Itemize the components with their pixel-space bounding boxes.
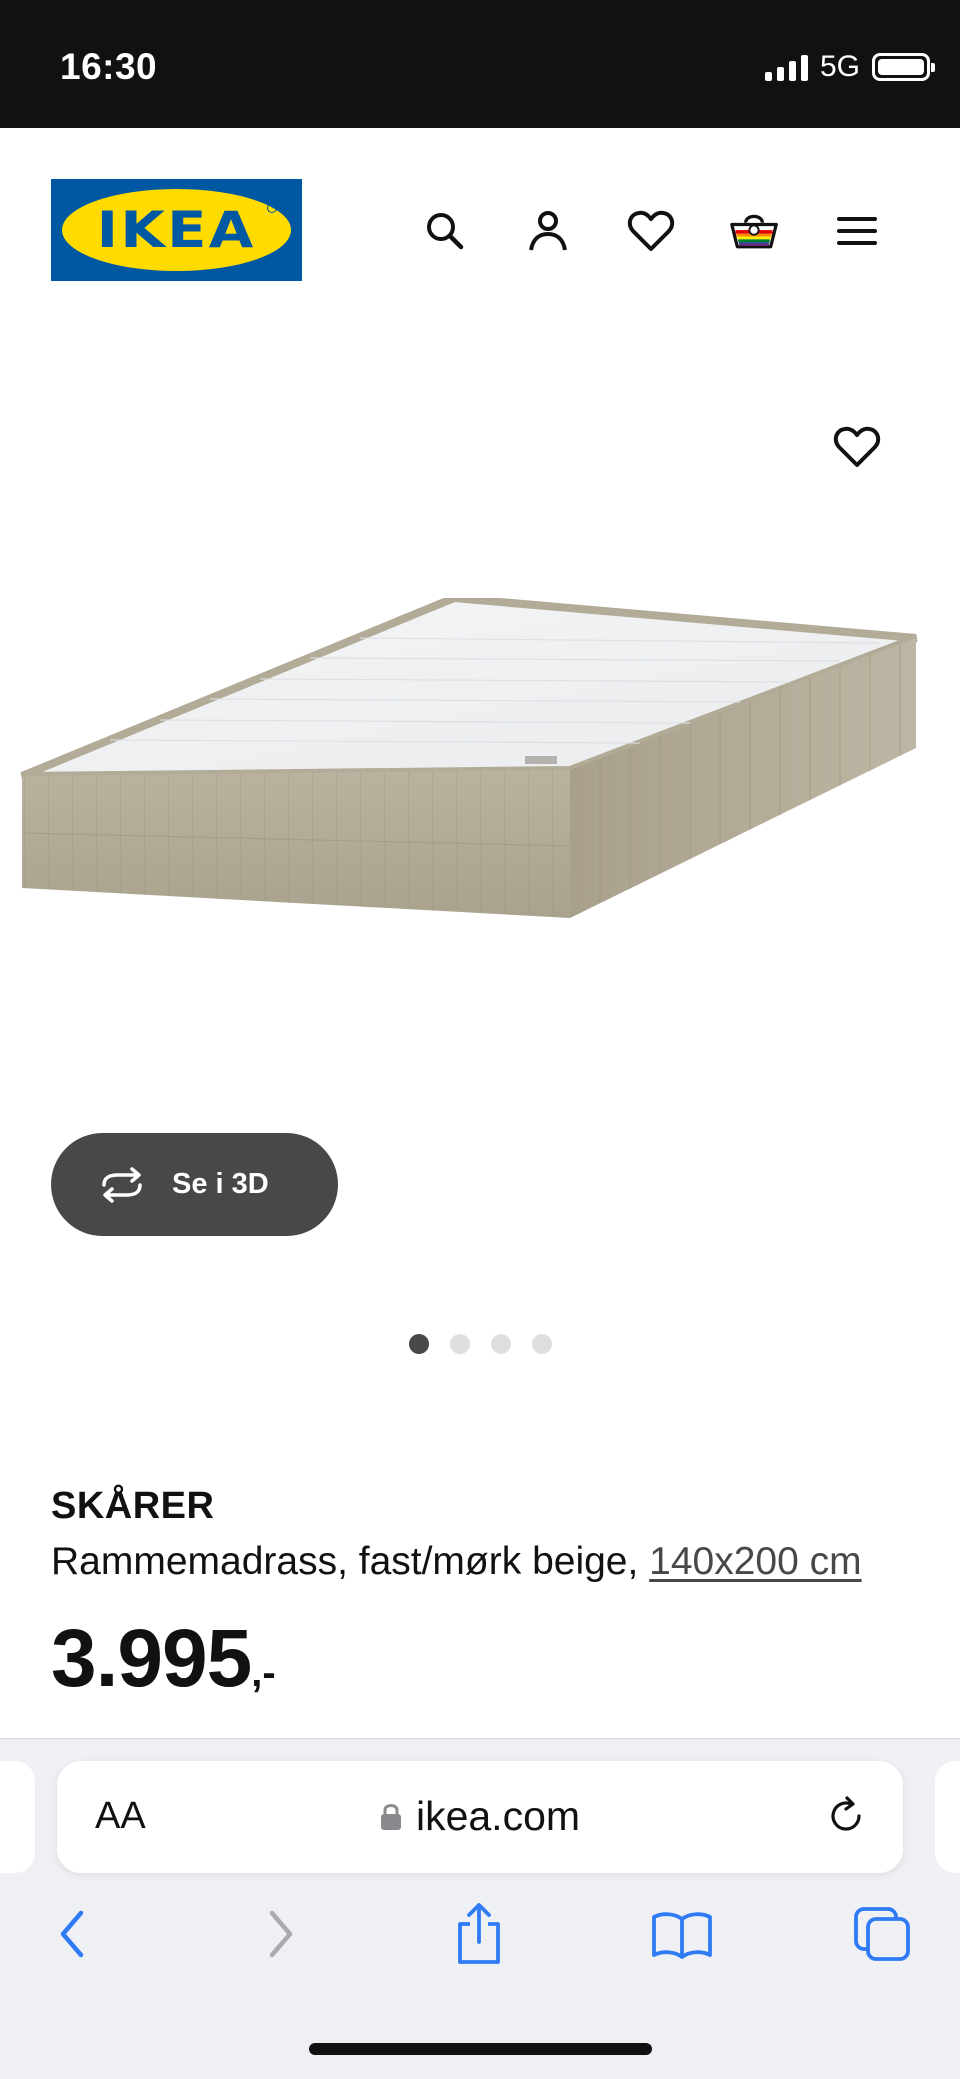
product-price: 3.995 ,-	[51, 1612, 911, 1706]
account-icon[interactable]	[523, 206, 573, 256]
view-3d-button[interactable]: Se i 3D	[51, 1133, 338, 1236]
menu-icon[interactable]	[832, 206, 882, 256]
signal-icon	[764, 53, 808, 81]
ikea-logo[interactable]: IKEA	[51, 179, 302, 281]
price-amount: 3.995	[51, 1613, 252, 1704]
browser-toolbar	[0, 1899, 960, 1989]
logo-text: IKEA	[97, 201, 256, 259]
rotate-3d-icon	[102, 1166, 142, 1203]
address-bar[interactable]: AA ikea.com	[57, 1761, 903, 1873]
status-indicators: 5G	[764, 50, 935, 84]
bookmarks-icon[interactable]	[647, 1899, 717, 1969]
product-gallery[interactable]: Se i 3D	[0, 328, 960, 1388]
wishlist-icon[interactable]	[626, 206, 676, 256]
product-info: SKÅRER Rammemadrass, fast/mørk beige, 14…	[51, 1485, 911, 1706]
price-suffix: ,-	[251, 1651, 276, 1695]
reload-icon[interactable]	[821, 1791, 871, 1841]
status-time: 16:30	[60, 46, 158, 87]
forward-icon[interactable]	[245, 1899, 315, 1969]
heart-icon[interactable]	[830, 420, 884, 474]
product-name: SKÅRER	[51, 1485, 215, 1527]
home-indicator[interactable]	[309, 2043, 652, 2055]
product-image	[20, 598, 918, 918]
url-text: ikea.com	[415, 1793, 581, 1839]
previous-tab-preview[interactable]	[0, 1761, 35, 1873]
url-display[interactable]: ikea.com	[57, 1793, 903, 1840]
product-size-link[interactable]: 140x200 cm	[649, 1540, 861, 1583]
tabs-icon[interactable]	[848, 1899, 918, 1969]
share-icon[interactable]	[444, 1899, 514, 1969]
pagination-dot-4[interactable]	[531, 1334, 552, 1354]
pagination-dot-3[interactable]	[490, 1334, 511, 1354]
site-header: IKEA	[0, 128, 960, 328]
battery-icon	[872, 53, 935, 81]
lock-icon	[380, 1803, 401, 1830]
cart-icon[interactable]	[729, 206, 779, 256]
registered-mark	[267, 203, 277, 213]
pagination-dot-1[interactable]	[408, 1334, 429, 1354]
search-icon[interactable]	[420, 206, 470, 256]
gallery-pagination	[0, 1334, 960, 1354]
browser-bottom-bar: AA ikea.com	[0, 1738, 960, 2079]
logo-oval: IKEA	[62, 189, 291, 271]
product-description-text: Rammemadrass, fast/mørk beige,	[51, 1540, 639, 1583]
status-bar: 16:30 5G	[0, 0, 960, 128]
header-icons	[420, 206, 900, 256]
view-3d-label: Se i 3D	[172, 1168, 269, 1200]
network-type: 5G	[819, 50, 860, 83]
pagination-dot-2[interactable]	[449, 1334, 470, 1354]
product-description: Rammemadrass, fast/mørk beige, 140x200 c…	[51, 1536, 911, 1588]
back-icon[interactable]	[38, 1899, 108, 1969]
next-tab-preview[interactable]	[935, 1761, 960, 1873]
